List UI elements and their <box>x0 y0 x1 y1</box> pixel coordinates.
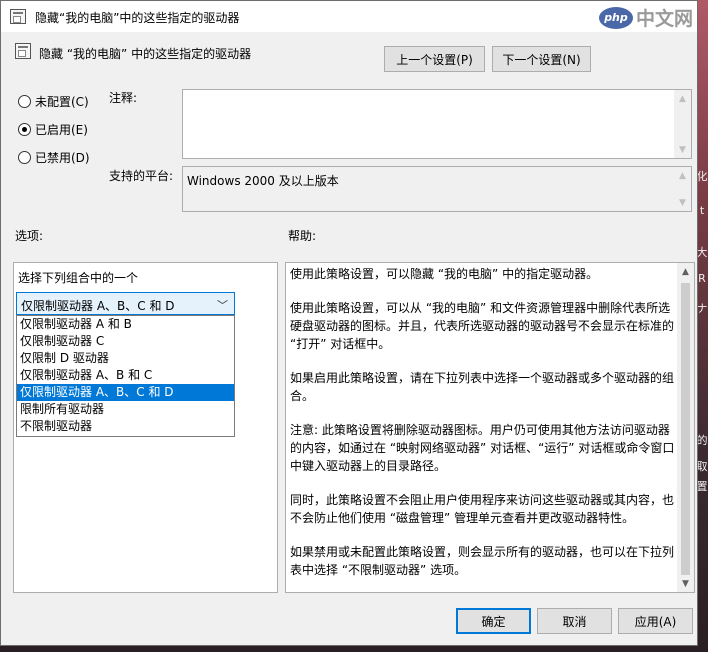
scroll-down-arrow-icon[interactable]: ▼ <box>674 141 691 158</box>
next-setting-button[interactable]: 下一个设置(N) <box>492 46 591 72</box>
scroll-up-arrow-icon[interactable]: ▲ <box>674 90 691 107</box>
help-label: 帮助: <box>288 229 317 243</box>
php-logo-icon: php <box>598 6 633 29</box>
comment-textarea[interactable]: ▲ ▼ <box>182 89 692 159</box>
comment-label: 注释: <box>109 91 138 105</box>
comment-scrollbar[interactable]: ▲ ▼ <box>674 90 691 158</box>
radio-enabled[interactable]: 已启用(E) <box>18 121 88 138</box>
radio-label: 已启用(E) <box>35 123 88 137</box>
platform-value: Windows 2000 及以上版本 <box>187 174 339 188</box>
help-paragraph: 使用此策略设置，可以从 “我的电脑” 和文件资源管理器中删除代表所选硬盘驱动器的… <box>290 301 675 351</box>
help-paragraph: 注意: 此策略设置将删除驱动器图标。用户仍可使用其他方法访问驱动器的内容，如通过… <box>290 423 675 473</box>
scroll-up-arrow-icon[interactable]: ▲ <box>674 167 691 184</box>
setting-title: 隐藏 “我的电脑” 中的这些指定的驱动器 <box>39 47 252 61</box>
radio-label: 已禁用(D) <box>35 151 90 165</box>
previous-setting-button[interactable]: 上一个设置(P) <box>384 46 485 72</box>
window-title: 隐藏“我的电脑”中的这些指定的驱动器 <box>35 11 240 25</box>
title-bar[interactable]: 隐藏“我的电脑”中的这些指定的驱动器 php 中文网 <box>1 1 697 32</box>
watermark-text: 中文网 <box>635 8 693 30</box>
drive-combo-box[interactable]: 仅限制驱动器 A、B、C 和 D ﹀ <box>16 292 235 315</box>
watermark: php 中文网 <box>598 4 693 31</box>
dropdown-option[interactable]: 仅限制驱动器 C <box>17 333 234 350</box>
platform-label: 支持的平台: <box>109 169 174 183</box>
scroll-down-arrow-icon[interactable]: ▼ <box>674 194 691 211</box>
cancel-button[interactable]: 取消 <box>537 608 612 634</box>
help-scrollbar[interactable]: ▲ ▼ <box>677 263 694 592</box>
dropdown-option-selected[interactable]: 仅限制驱动器 A、B、C 和 D <box>17 384 234 401</box>
platform-scrollbar[interactable]: ▲ ▼ <box>674 167 691 211</box>
dropdown-option[interactable]: 限制所有驱动器 <box>17 401 234 418</box>
policy-icon <box>10 9 26 24</box>
drive-dropdown-list[interactable]: 仅限制驱动器 A 和 B 仅限制驱动器 C 仅限制 D 驱动器 仅限制驱动器 A… <box>16 315 235 437</box>
policy-dialog: 隐藏“我的电脑”中的这些指定的驱动器 php 中文网 隐藏 “我的电脑” 中的这… <box>0 0 698 646</box>
radio-circle[interactable] <box>18 123 31 136</box>
combo-label: 选择下列组合中的一个 <box>18 271 139 285</box>
platform-field: Windows 2000 及以上版本 ▲ ▼ <box>182 166 692 212</box>
help-paragraph: 同时，此策略设置不会阻止用户使用程序来访问这些驱动器或其内容，也不会防止他们使用… <box>290 493 675 525</box>
radio-circle[interactable] <box>18 95 31 108</box>
radio-circle[interactable] <box>18 151 31 164</box>
radio-label: 未配置(C) <box>35 95 89 109</box>
dropdown-option[interactable]: 仅限制 D 驱动器 <box>17 350 234 367</box>
ok-button[interactable]: 确定 <box>456 608 531 634</box>
setting-icon <box>15 43 31 59</box>
dropdown-option[interactable]: 不限制驱动器 <box>17 418 234 435</box>
dropdown-option[interactable]: 仅限制驱动器 A、B 和 C <box>17 367 234 384</box>
radio-disabled[interactable]: 已禁用(D) <box>18 149 90 166</box>
scroll-thumb[interactable] <box>681 283 690 575</box>
help-panel: 使用此策略设置，可以隐藏 “我的电脑” 中的指定驱动器。 使用此策略设置，可以从… <box>285 262 695 593</box>
options-label: 选项: <box>15 229 44 243</box>
help-text: 使用此策略设置，可以隐藏 “我的电脑” 中的指定驱动器。 使用此策略设置，可以从… <box>290 265 678 592</box>
help-paragraph: 如果禁用或未配置此策略设置，则会显示所有的驱动器，也可以在下拉列表中选择 “不限… <box>290 545 675 577</box>
help-paragraph: 如果启用此策略设置，请在下拉列表中选择一个驱动器或多个驱动器的组合。 <box>290 371 675 403</box>
scroll-down-arrow-icon[interactable]: ▼ <box>677 575 694 592</box>
radio-not-configured[interactable]: 未配置(C) <box>18 93 89 110</box>
chevron-down-icon[interactable]: ﹀ <box>217 297 228 313</box>
scroll-up-arrow-icon[interactable]: ▲ <box>677 263 694 280</box>
help-paragraph: 使用此策略设置，可以隐藏 “我的电脑” 中的指定驱动器。 <box>290 267 599 281</box>
combo-selected-value: 仅限制驱动器 A、B、C 和 D <box>21 299 175 313</box>
apply-button[interactable]: 应用(A) <box>618 608 693 634</box>
dropdown-option[interactable]: 仅限制驱动器 A 和 B <box>17 316 234 333</box>
